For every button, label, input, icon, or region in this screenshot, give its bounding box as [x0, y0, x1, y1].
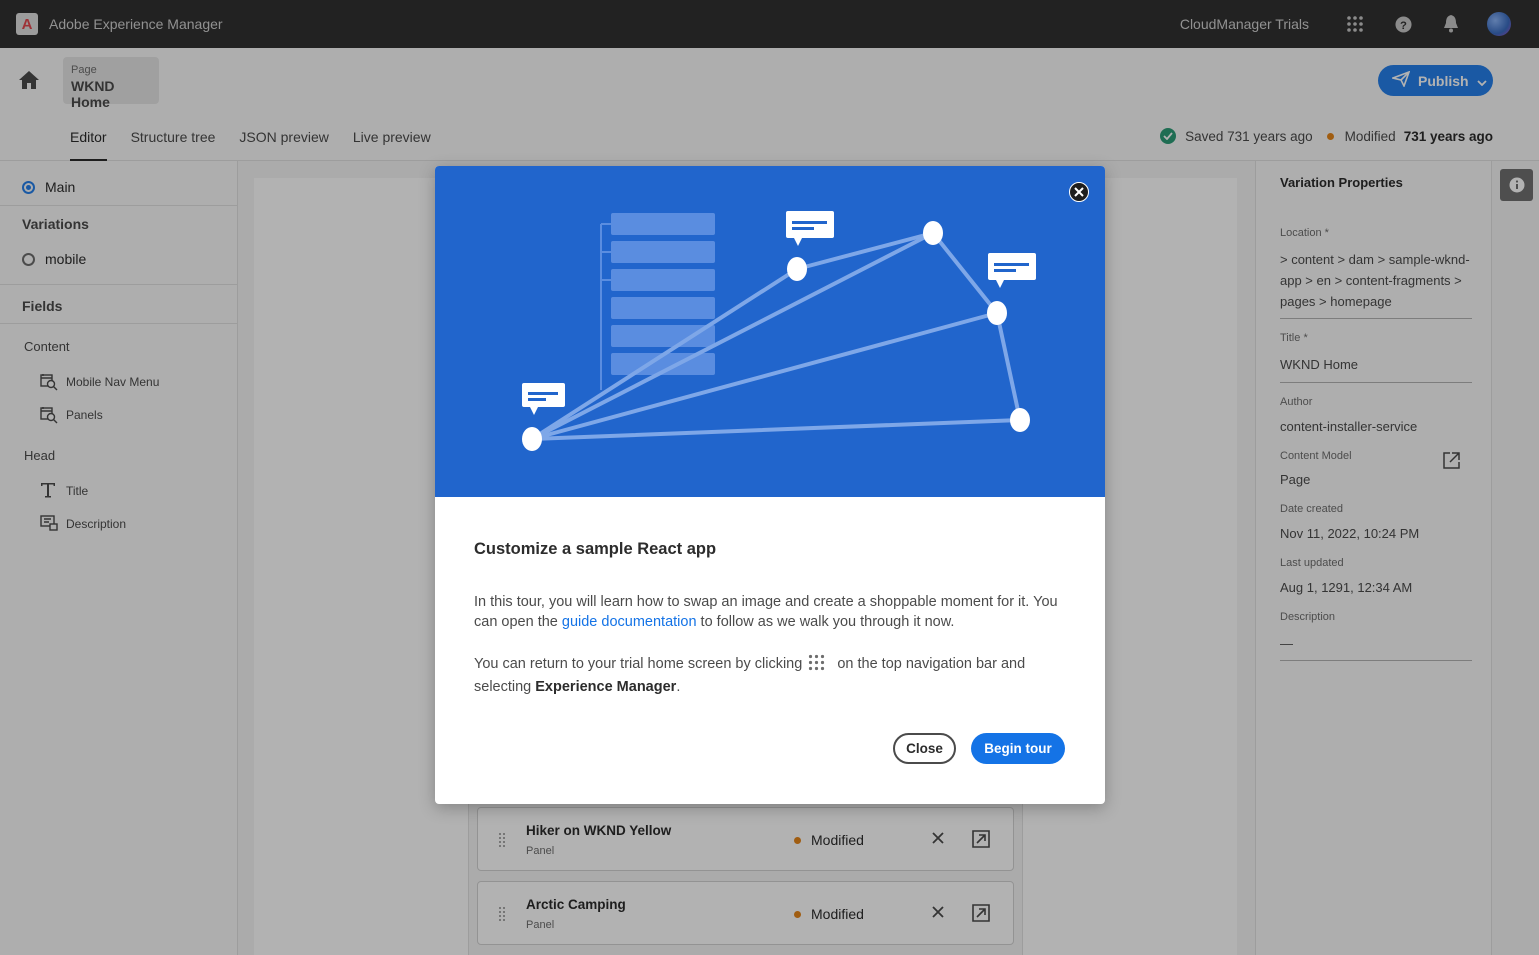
tour-dialog: Customize a sample React app In this tou… [435, 166, 1105, 804]
begin-tour-button[interactable]: Begin tour [971, 733, 1065, 764]
dialog-paragraph-2: You can return to your trial home screen… [474, 654, 1026, 695]
tour-illustration [435, 166, 1105, 497]
dialog-paragraph-1: In this tour, you will learn how to swap… [474, 594, 1058, 630]
apps-grid-icon [808, 654, 825, 677]
close-icon[interactable] [1069, 182, 1089, 202]
close-button[interactable]: Close [893, 733, 956, 764]
dialog-heading: Customize a sample React app [474, 540, 717, 558]
guide-documentation-link[interactable]: guide documentation [562, 614, 697, 630]
